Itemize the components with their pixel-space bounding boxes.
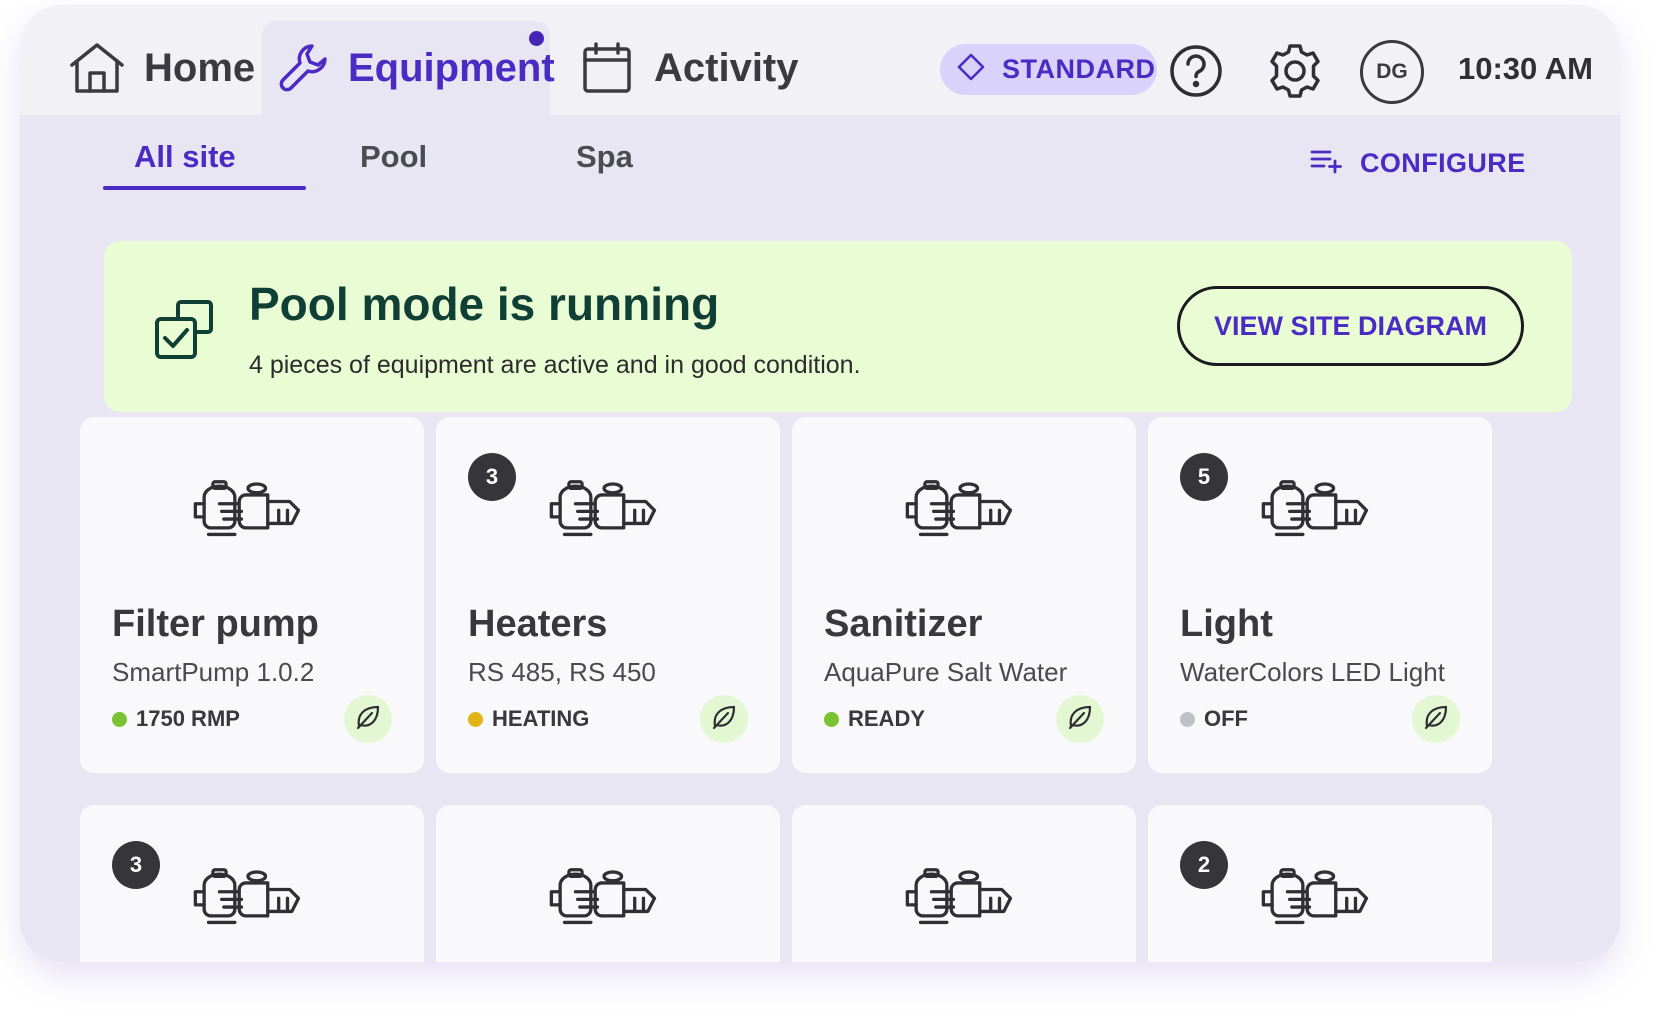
user-avatar[interactable]: DG (1360, 40, 1424, 104)
subtab-pool[interactable]: Pool (360, 139, 427, 175)
home-icon (66, 37, 128, 99)
count-badge: 3 (468, 453, 516, 501)
eco-mode-button[interactable] (1412, 695, 1460, 743)
card-subtitle: RS 485, RS 450 (468, 657, 656, 687)
plan-tier-label: STANDARD (1002, 54, 1156, 84)
leaf-icon (355, 704, 381, 735)
diamond-icon (956, 52, 986, 87)
pump-icon (900, 861, 1020, 934)
help-icon (1168, 43, 1224, 104)
status-dot (1180, 711, 1195, 727)
card-subtitle: AquaPure Salt Water (824, 657, 1068, 687)
equipment-card[interactable]: 3 (80, 805, 424, 962)
equipment-card-filter-pump[interactable]: Filter pump SmartPump 1.0.2 1750 RMP (80, 417, 424, 773)
status-text: READY (848, 706, 926, 731)
wrench-icon (278, 37, 332, 99)
pump-icon (1256, 473, 1376, 546)
eco-mode-button[interactable] (1056, 695, 1104, 743)
status-dot (824, 711, 839, 727)
eco-mode-button[interactable] (700, 695, 748, 743)
card-status: OFF (1180, 706, 1248, 732)
playlist-add-icon (1310, 148, 1344, 179)
nav-tab-home[interactable]: Home (66, 21, 255, 115)
status-text: HEATING (492, 706, 590, 731)
card-title: Filter pump (112, 603, 319, 645)
leaf-icon (1423, 704, 1449, 735)
avatar-initials: DG (1376, 60, 1408, 83)
top-navigation-bar: Home Equipment Activity STANDARD DG 10:3… (20, 5, 1620, 115)
card-subtitle: WaterColors LED Light (1180, 657, 1445, 687)
clock: 10:30 AM (1458, 51, 1593, 86)
view-site-diagram-button[interactable]: VIEW SITE DIAGRAM (1177, 286, 1524, 366)
status-text: OFF (1204, 706, 1248, 731)
status-text: 1750 RMP (136, 706, 240, 731)
pump-icon (544, 473, 664, 546)
status-dot (468, 711, 483, 727)
card-title: Sanitizer (824, 603, 983, 645)
pump-icon (1256, 861, 1376, 934)
calendar-icon (576, 37, 638, 99)
settings-button[interactable] (1266, 42, 1324, 105)
eco-mode-button[interactable] (344, 695, 392, 743)
active-subtab-indicator (103, 186, 306, 190)
equipment-card[interactable]: 2 (1148, 805, 1492, 962)
card-status: 1750 RMP (112, 706, 240, 732)
equipment-card[interactable] (792, 805, 1136, 962)
status-dot (112, 711, 127, 727)
multi-checkbox-icon (152, 297, 216, 366)
nav-tab-label: Home (144, 45, 256, 90)
leaf-icon (711, 704, 737, 735)
card-title: Light (1180, 603, 1273, 645)
gear-icon (1266, 42, 1324, 105)
pump-icon (544, 861, 664, 934)
banner-title: Pool mode is running (249, 278, 720, 330)
equipment-card-heaters[interactable]: 3 Heaters RS 485, RS 450 HEATING (436, 417, 780, 773)
leaf-icon (1067, 704, 1093, 735)
card-subtitle: SmartPump 1.0.2 (112, 657, 315, 687)
card-title: Heaters (468, 603, 608, 645)
count-badge: 2 (1180, 841, 1228, 889)
plan-tier-badge[interactable]: STANDARD (940, 44, 1157, 95)
subtab-all-site[interactable]: All site (134, 139, 236, 175)
nav-tab-label: Activity (654, 45, 799, 90)
pump-icon (188, 473, 308, 546)
notification-dot (529, 31, 544, 46)
equipment-card[interactable] (436, 805, 780, 962)
mode-status-banner: Pool mode is running 4 pieces of equipme… (104, 241, 1572, 412)
help-button[interactable] (1168, 43, 1224, 104)
subtab-spa[interactable]: Spa (576, 139, 633, 175)
card-status: READY (824, 706, 925, 732)
equipment-card-sanitizer[interactable]: Sanitizer AquaPure Salt Water READY (792, 417, 1136, 773)
banner-subtitle: 4 pieces of equipment are active and in … (249, 351, 861, 379)
pump-icon (900, 473, 1020, 546)
card-status: HEATING (468, 706, 589, 732)
nav-tab-label: Equipment (348, 45, 555, 90)
configure-label: CONFIGURE (1360, 148, 1526, 178)
configure-button[interactable]: CONFIGURE (1310, 148, 1526, 179)
nav-tab-activity[interactable]: Activity (576, 21, 799, 115)
equipment-card-light[interactable]: 5 Light WaterColors LED Light OFF (1148, 417, 1492, 773)
count-badge: 3 (112, 841, 160, 889)
app-window: Home Equipment Activity STANDARD DG 10:3… (20, 5, 1620, 962)
nav-tab-equipment[interactable]: Equipment (262, 21, 555, 115)
pump-icon (188, 861, 308, 934)
count-badge: 5 (1180, 453, 1228, 501)
